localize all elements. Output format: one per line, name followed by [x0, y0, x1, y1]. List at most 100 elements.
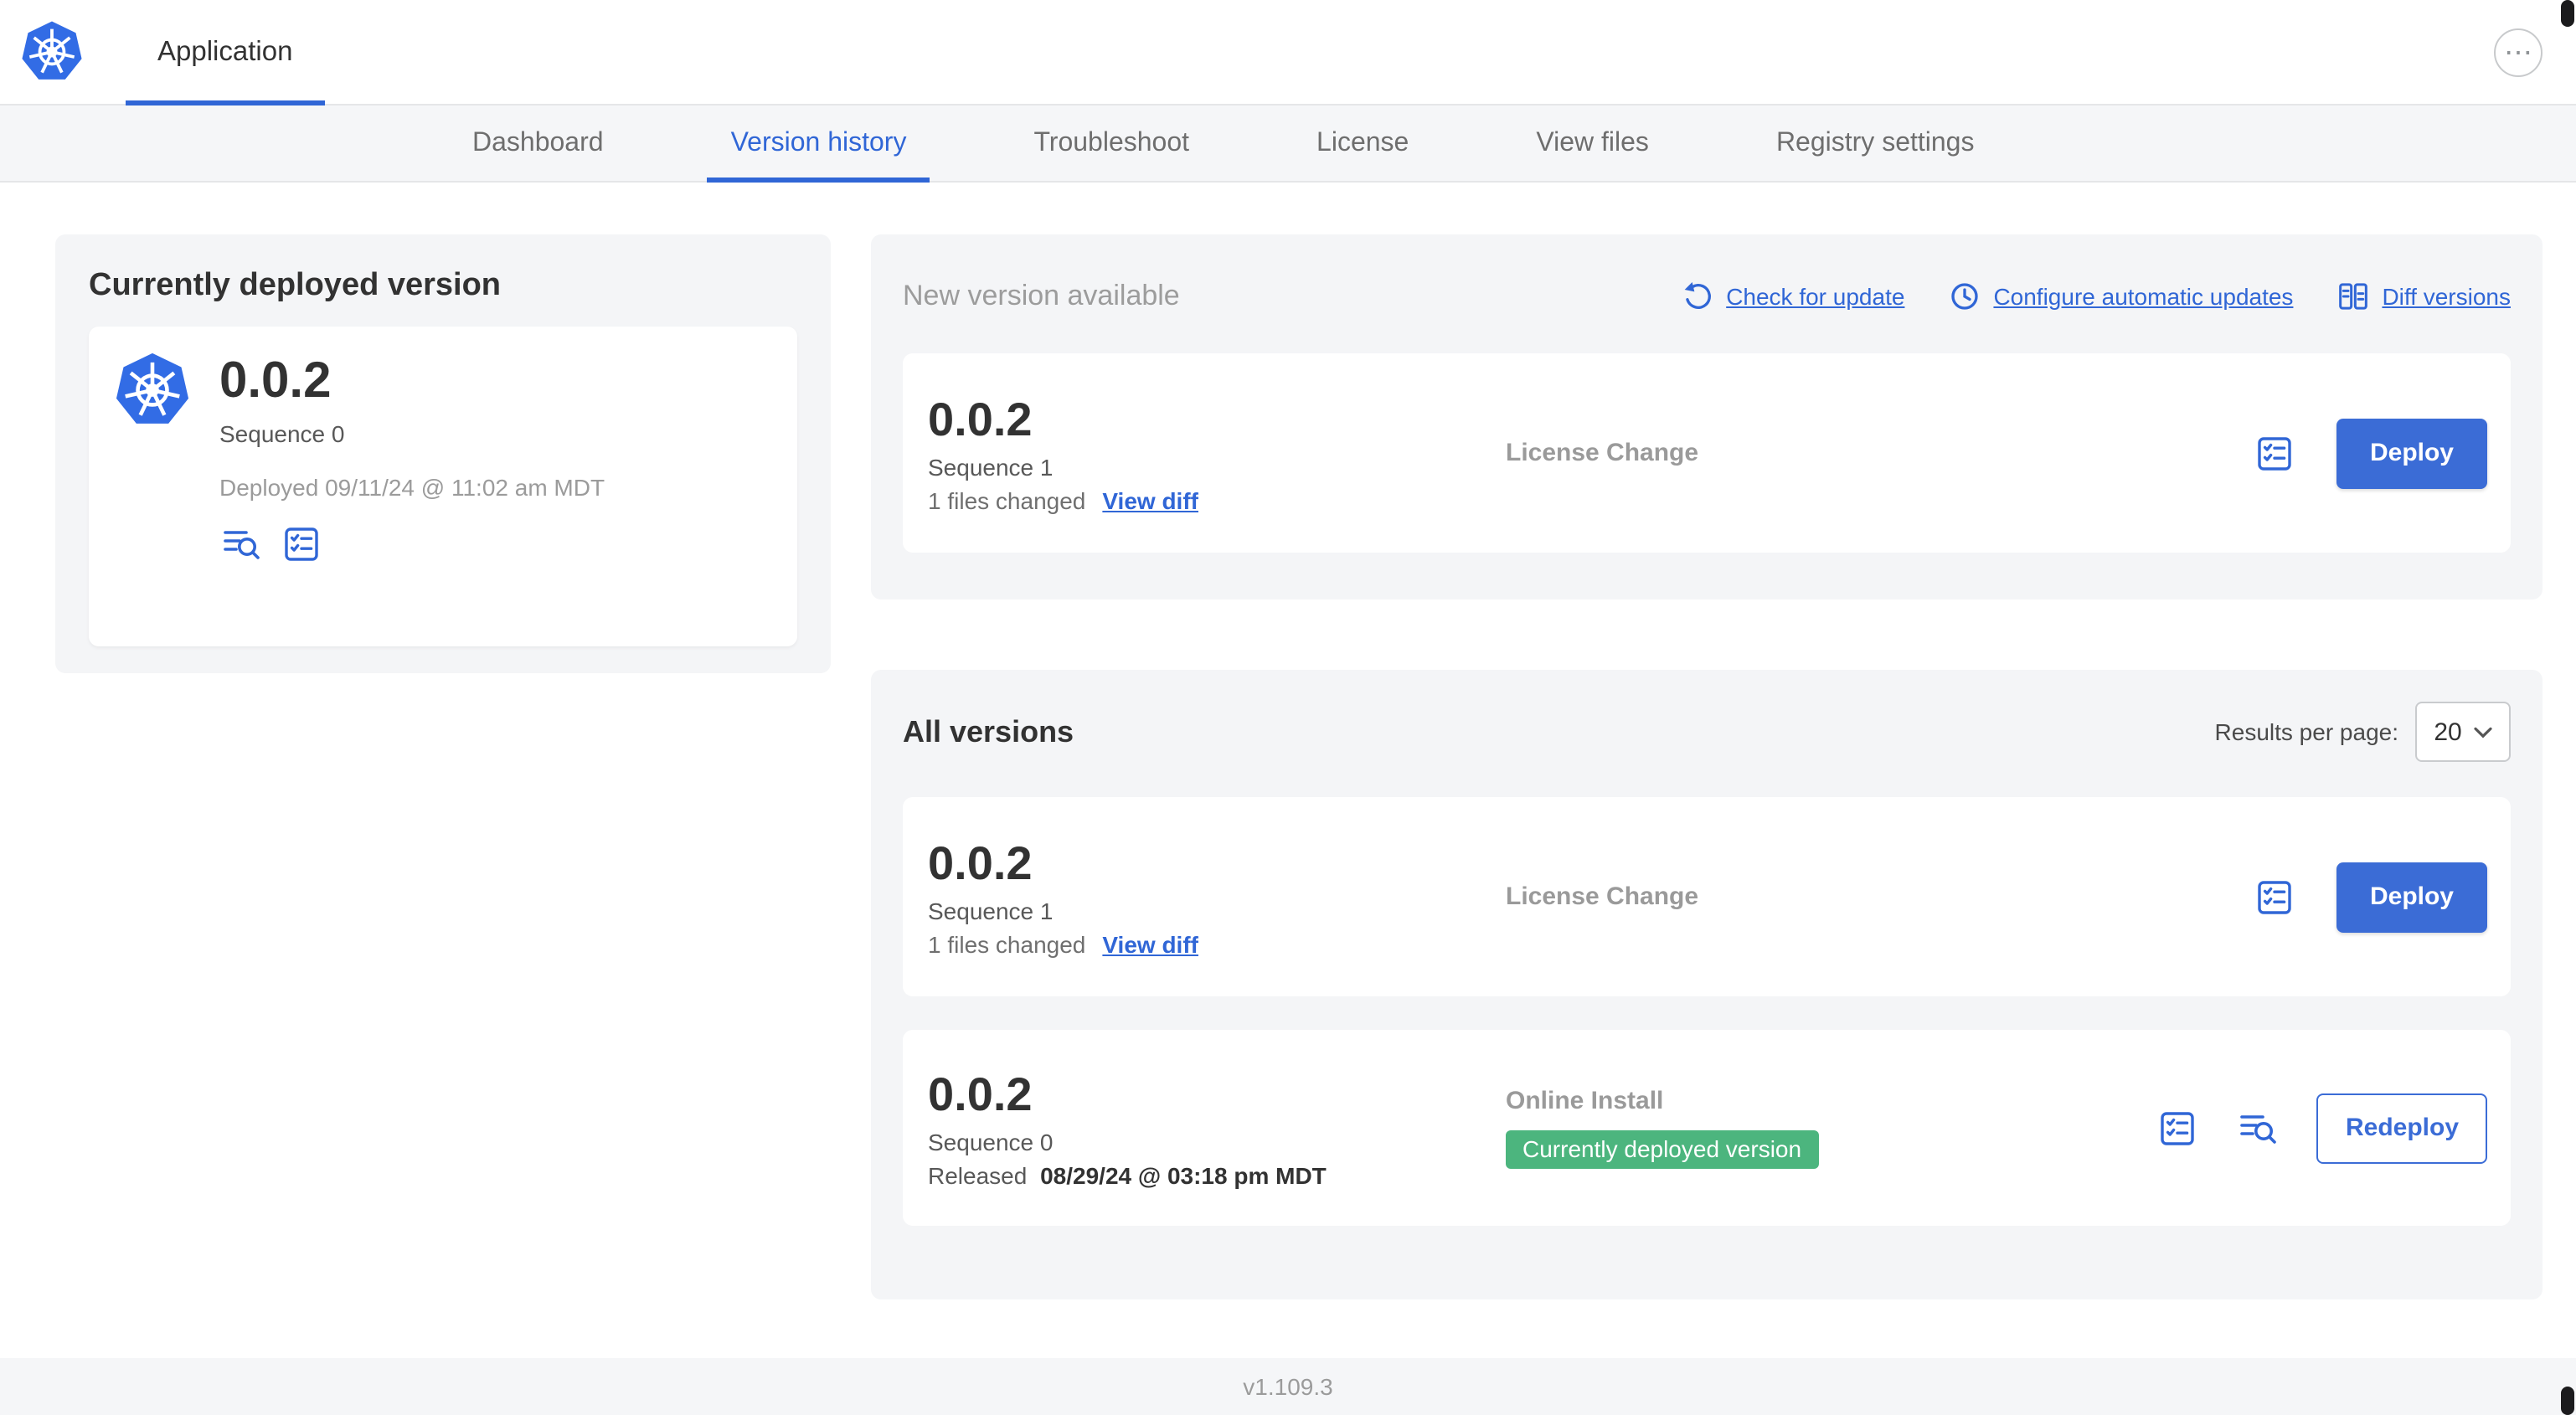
- sequence-label: Sequence 1: [928, 453, 1054, 480]
- view-logs-button[interactable]: [219, 522, 263, 566]
- version-info: 0.0.2 Sequence 1 1 files changed View di…: [928, 393, 1506, 513]
- main-content: Currently deployed version 0.0.2 Sequenc…: [0, 183, 2576, 1358]
- source-label: License Change: [1506, 882, 1699, 911]
- all-versions-header: All versions Results per page: 20: [903, 702, 2511, 762]
- ellipsis-icon: ⋯: [2504, 36, 2532, 68]
- version-row: 0.0.2 Sequence 1 1 files changed View di…: [903, 797, 2511, 996]
- source-label: Online Install: [1506, 1087, 1664, 1115]
- all-versions-title: All versions: [903, 714, 1074, 748]
- configure-automatic-updates-label: Configure automatic updates: [1993, 283, 2294, 310]
- version-actions: Redeploy: [2156, 1093, 2487, 1163]
- release-notes-button[interactable]: [2156, 1106, 2200, 1150]
- app-subnav: Dashboard Version history Troubleshoot L…: [0, 105, 2576, 183]
- version-number: 0.0.2: [928, 1068, 1033, 1119]
- all-versions-card: All versions Results per page: 20 0.0.2 …: [871, 670, 2543, 1299]
- version-info: 0.0.2 Sequence 0 Released 08/29/24 @ 03:…: [928, 1068, 1506, 1188]
- app-header: Application ⋯: [0, 0, 2576, 105]
- currently-deployed-card: Currently deployed version 0.0.2 Sequenc…: [55, 234, 831, 673]
- tab-registry-settings[interactable]: Registry settings: [1753, 105, 1998, 181]
- new-version-actions: Check for update Configure automatic upd…: [1681, 280, 2511, 313]
- files-changed-line: 1 files changed View diff: [928, 930, 1506, 957]
- console-version: v1.109.3: [1243, 1373, 1333, 1400]
- new-version-header: New version available Check for update C…: [903, 266, 2511, 327]
- app-tab-label: Application: [157, 36, 293, 66]
- tab-troubleshoot[interactable]: Troubleshoot: [1010, 105, 1213, 181]
- diff-versions-link[interactable]: Diff versions: [2336, 280, 2511, 313]
- version-actions: Deploy: [2253, 418, 2487, 488]
- view-diff-link[interactable]: View diff: [1102, 486, 1198, 513]
- version-number: 0.0.2: [219, 353, 332, 409]
- logs-icon: [2241, 1114, 2277, 1143]
- check-for-update-link[interactable]: Check for update: [1681, 280, 1904, 313]
- currently-deployed-badge: Currently deployed version: [1506, 1130, 1819, 1169]
- release-notes-button[interactable]: [280, 522, 323, 566]
- tab-license[interactable]: License: [1293, 105, 1432, 181]
- deploy-button[interactable]: Deploy: [2336, 862, 2487, 932]
- tab-label: Version history: [730, 128, 907, 157]
- files-changed-label: 1 files changed: [928, 930, 1086, 957]
- app-window: Application ⋯ Dashboard Version history …: [0, 0, 2576, 1415]
- tab-label: Dashboard: [472, 128, 604, 157]
- new-version-card: New version available Check for update C…: [871, 234, 2543, 599]
- version-row: 0.0.2 Sequence 0 Released 08/29/24 @ 03:…: [903, 1030, 2511, 1226]
- results-per-page: Results per page: 20: [2215, 702, 2511, 762]
- kubernetes-logo-icon: [20, 20, 84, 84]
- deploy-button[interactable]: Deploy: [2336, 418, 2487, 488]
- version-source: Online Install Currently deployed versio…: [1506, 1087, 2156, 1169]
- kubernetes-app-icon: [114, 352, 191, 429]
- more-menu-button[interactable]: ⋯: [2494, 28, 2543, 76]
- tab-label: Registry settings: [1775, 128, 1975, 157]
- release-notes-button[interactable]: [2253, 875, 2296, 918]
- deployed-version-box: 0.0.2 Sequence 0 Deployed 09/11/24 @ 11:…: [89, 327, 797, 646]
- version-info: 0.0.2 Sequence 1 1 files changed View di…: [928, 836, 1506, 957]
- tab-view-files[interactable]: View files: [1512, 105, 1672, 181]
- released-line: Released 08/29/24 @ 03:18 pm MDT: [928, 1161, 1506, 1188]
- currently-deployed-title: Currently deployed version: [89, 268, 502, 303]
- diff-icon: [2339, 283, 2368, 310]
- refresh-icon: [1683, 282, 1711, 309]
- sequence-label: Sequence 0: [928, 1128, 1054, 1155]
- sequence-label: Sequence 1: [928, 897, 1054, 924]
- released-date: 08/29/24 @ 03:18 pm MDT: [1040, 1161, 1327, 1188]
- results-per-page-value: 20: [2434, 718, 2462, 746]
- sequence-label: Sequence 0: [219, 420, 345, 447]
- version-number: 0.0.2: [928, 393, 1033, 445]
- tab-label: View files: [1536, 128, 1649, 157]
- release-notes-icon: [2161, 1111, 2195, 1145]
- results-per-page-select[interactable]: 20: [2415, 702, 2511, 762]
- deployed-timestamp: Deployed 09/11/24 @ 11:02 am MDT: [219, 474, 605, 501]
- tab-version-history[interactable]: Version history: [707, 105, 930, 183]
- app-tab-application[interactable]: Application: [126, 0, 324, 105]
- schedule-clock-icon: [1951, 283, 1979, 310]
- source-label: License Change: [1506, 439, 1699, 467]
- results-per-page-label: Results per page:: [2214, 718, 2398, 745]
- view-logs-button[interactable]: [2237, 1106, 2280, 1150]
- scrollbar-thumb[interactable]: [2561, 0, 2574, 27]
- release-notes-icon: [285, 527, 318, 561]
- version-source: License Change: [1506, 439, 2253, 467]
- new-version-row: 0.0.2 Sequence 1 1 files changed View di…: [903, 353, 2511, 553]
- chevron-down-icon: [2474, 726, 2492, 738]
- version-number: 0.0.2: [928, 836, 1033, 888]
- files-changed-line: 1 files changed View diff: [928, 486, 1506, 513]
- configure-automatic-updates-link[interactable]: Configure automatic updates: [1948, 280, 2293, 313]
- diff-versions-label: Diff versions: [2382, 283, 2511, 310]
- tab-label: License: [1316, 128, 1409, 157]
- new-version-title: New version available: [903, 280, 1180, 311]
- view-diff-link[interactable]: View diff: [1102, 930, 1198, 957]
- logs-icon: [224, 531, 260, 559]
- version-source: License Change: [1506, 882, 2253, 911]
- released-label: Released: [928, 1161, 1028, 1188]
- deployed-actions: [219, 522, 605, 566]
- files-changed-label: 1 files changed: [928, 486, 1086, 513]
- release-notes-button[interactable]: [2253, 431, 2296, 475]
- release-notes-icon: [2258, 880, 2291, 913]
- redeploy-button[interactable]: Redeploy: [2316, 1093, 2487, 1163]
- version-actions: Deploy: [2253, 862, 2487, 932]
- check-for-update-label: Check for update: [1726, 283, 1905, 310]
- tab-dashboard[interactable]: Dashboard: [449, 105, 627, 181]
- deployed-version-details: 0.0.2 Sequence 0 Deployed 09/11/24 @ 11:…: [219, 352, 605, 621]
- tab-label: Troubleshoot: [1033, 128, 1190, 157]
- app-footer: v1.109.3: [0, 1358, 2576, 1415]
- scrollbar-thumb[interactable]: [2561, 1387, 2574, 1415]
